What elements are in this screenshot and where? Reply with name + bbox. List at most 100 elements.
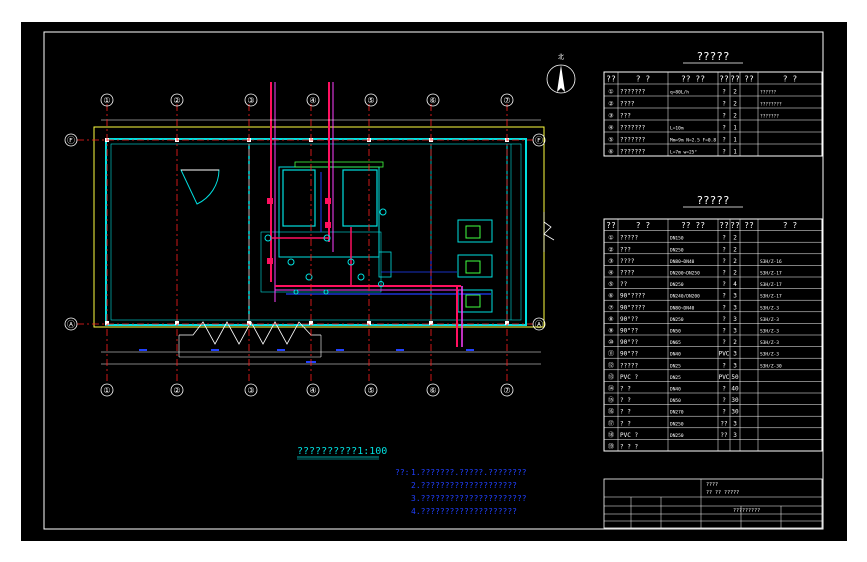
- table-header: ??: [719, 75, 729, 84]
- table-cell: ③: [608, 113, 613, 120]
- table-cell: ?: [722, 149, 726, 156]
- table-cell: ???????: [620, 125, 646, 132]
- floor-plan: [93, 82, 555, 365]
- table-cell: 90°????: [620, 293, 646, 300]
- drawing-canvas: ① ② ③ ④ ⑤ ⑥ ⑦ ① ② ③ ④ ⑤ ⑥ ⑦ Ⓕ Ⓐ Ⓕ Ⓐ 北 ??…: [21, 22, 847, 541]
- table-cell: ⑲: [608, 443, 614, 451]
- table-cell: ?: [722, 304, 726, 311]
- table-header: ??: [719, 221, 729, 230]
- axis-number: ⑤: [367, 386, 374, 395]
- table-cell: ⑪: [608, 350, 614, 358]
- table-cell: ⑥: [608, 293, 613, 300]
- door-swing: [180, 169, 220, 205]
- axis-bubbles-top: ① ② ③ ④ ⑤ ⑥ ⑦: [100, 93, 514, 107]
- table-cell: ①: [608, 235, 613, 242]
- axis-letter: Ⓐ: [67, 320, 75, 329]
- table-cell: ⑱: [608, 431, 614, 439]
- tank-1: [282, 169, 316, 227]
- table-cell: ? ?: [620, 397, 631, 404]
- columns: [105, 138, 509, 325]
- table-cell: 2: [733, 258, 737, 265]
- table-header: ??: [730, 221, 740, 230]
- table-cell: ???: [620, 113, 631, 120]
- table-cell: DN250: [670, 317, 684, 323]
- table-cell: ⑰: [608, 419, 614, 427]
- table-cell: ?: [722, 397, 726, 404]
- table-cell: DN50: [670, 329, 681, 335]
- table-cell: ②: [608, 101, 613, 108]
- grid-axes: [77, 104, 533, 382]
- note-line: 4.????????????????????: [411, 507, 517, 516]
- axis-number: ①: [103, 386, 110, 395]
- table-cell: DN25: [670, 375, 681, 381]
- axis-number: ⑦: [503, 96, 510, 105]
- table-cell: DN250: [670, 247, 684, 253]
- table-cell: ???????: [620, 89, 646, 96]
- table-cell: ?: [722, 258, 726, 265]
- table-cell: ? ?: [620, 409, 631, 416]
- table-cell: 3: [733, 351, 737, 358]
- table-header: ?? ??: [681, 75, 705, 84]
- axis-number: ④: [309, 96, 316, 105]
- axis-number: ①: [103, 96, 110, 105]
- table-cell: 90°??: [620, 351, 638, 358]
- table-cell: ⑫: [608, 361, 614, 369]
- north-label: 北: [558, 53, 564, 61]
- table-cell: DN40: [670, 387, 681, 393]
- north-arrow: 北: [546, 53, 576, 94]
- table-cell: ?: [722, 362, 726, 369]
- table-cell: ????: [620, 101, 635, 108]
- table-cell: 90°??: [620, 328, 638, 335]
- axis-number: ②: [173, 96, 180, 105]
- table-cell: 3: [733, 432, 737, 439]
- note-line: 2.????????????????????: [411, 481, 517, 490]
- table-cell: 2: [733, 246, 737, 253]
- titleblock-line1: ????: [706, 482, 718, 488]
- table-cell: 40: [731, 386, 739, 393]
- table-cell: DN250: [670, 433, 684, 439]
- table-cell: DN25: [670, 363, 681, 369]
- table-cell: ?: [722, 293, 726, 300]
- table-cell: ⑧: [608, 316, 613, 323]
- table-cell: 90°??: [620, 339, 638, 346]
- table-cell: S3H/Z-16: [760, 259, 782, 265]
- table-cell: 2: [733, 235, 737, 242]
- table-cell: 2: [733, 113, 737, 120]
- table-cell: ????: [620, 270, 635, 277]
- table-cell: ?: [722, 281, 726, 288]
- axis-number: ⑥: [429, 96, 436, 105]
- table-cell: ⑩: [608, 339, 613, 346]
- table-cell: ⑯: [608, 408, 614, 416]
- table-header: ??: [606, 221, 616, 230]
- pump-2: [457, 254, 493, 278]
- table-cell: ?: [722, 113, 726, 120]
- table-cell: ??: [620, 281, 628, 288]
- tank-2: [342, 169, 378, 227]
- table-cell: ? ?: [620, 386, 631, 393]
- table-cell: ①: [608, 89, 613, 96]
- table-header: ? ?: [783, 221, 798, 230]
- table-header: ? ?: [783, 75, 798, 84]
- table-cell: DN250: [670, 421, 684, 427]
- table-cell: ???????: [620, 137, 646, 144]
- table-cell: DN80~DN40: [670, 259, 695, 265]
- table-cell: ③: [608, 258, 613, 265]
- table-cell: 3: [733, 420, 737, 427]
- plan-outline: [93, 126, 545, 328]
- table-cell: DN250: [670, 282, 684, 288]
- titleblock-line3: ?????????: [733, 508, 760, 514]
- table-cell: Mm=9m N=2.5 F=0.8: [670, 138, 716, 144]
- table-cell: ?: [722, 101, 726, 108]
- table-cell: ?????: [620, 235, 638, 242]
- table-cell: 3: [733, 304, 737, 311]
- table-cell: S3H/Z-3: [760, 305, 779, 311]
- table-cell: S3H/Z-17: [760, 271, 782, 277]
- table-cell: DN50: [670, 398, 681, 404]
- table-cell: q=80L/h: [670, 90, 689, 96]
- table-cell: 1: [733, 149, 737, 156]
- cad-drawing: ① ② ③ ④ ⑤ ⑥ ⑦ ① ② ③ ④ ⑤ ⑥ ⑦ Ⓕ Ⓐ Ⓕ Ⓐ 北 ??…: [43, 31, 824, 530]
- table-cell: ??: [720, 432, 728, 439]
- table-cell: L=7m w=25°: [670, 150, 697, 156]
- table-header: ? ?: [636, 221, 651, 230]
- table-cell: ??: [720, 420, 728, 427]
